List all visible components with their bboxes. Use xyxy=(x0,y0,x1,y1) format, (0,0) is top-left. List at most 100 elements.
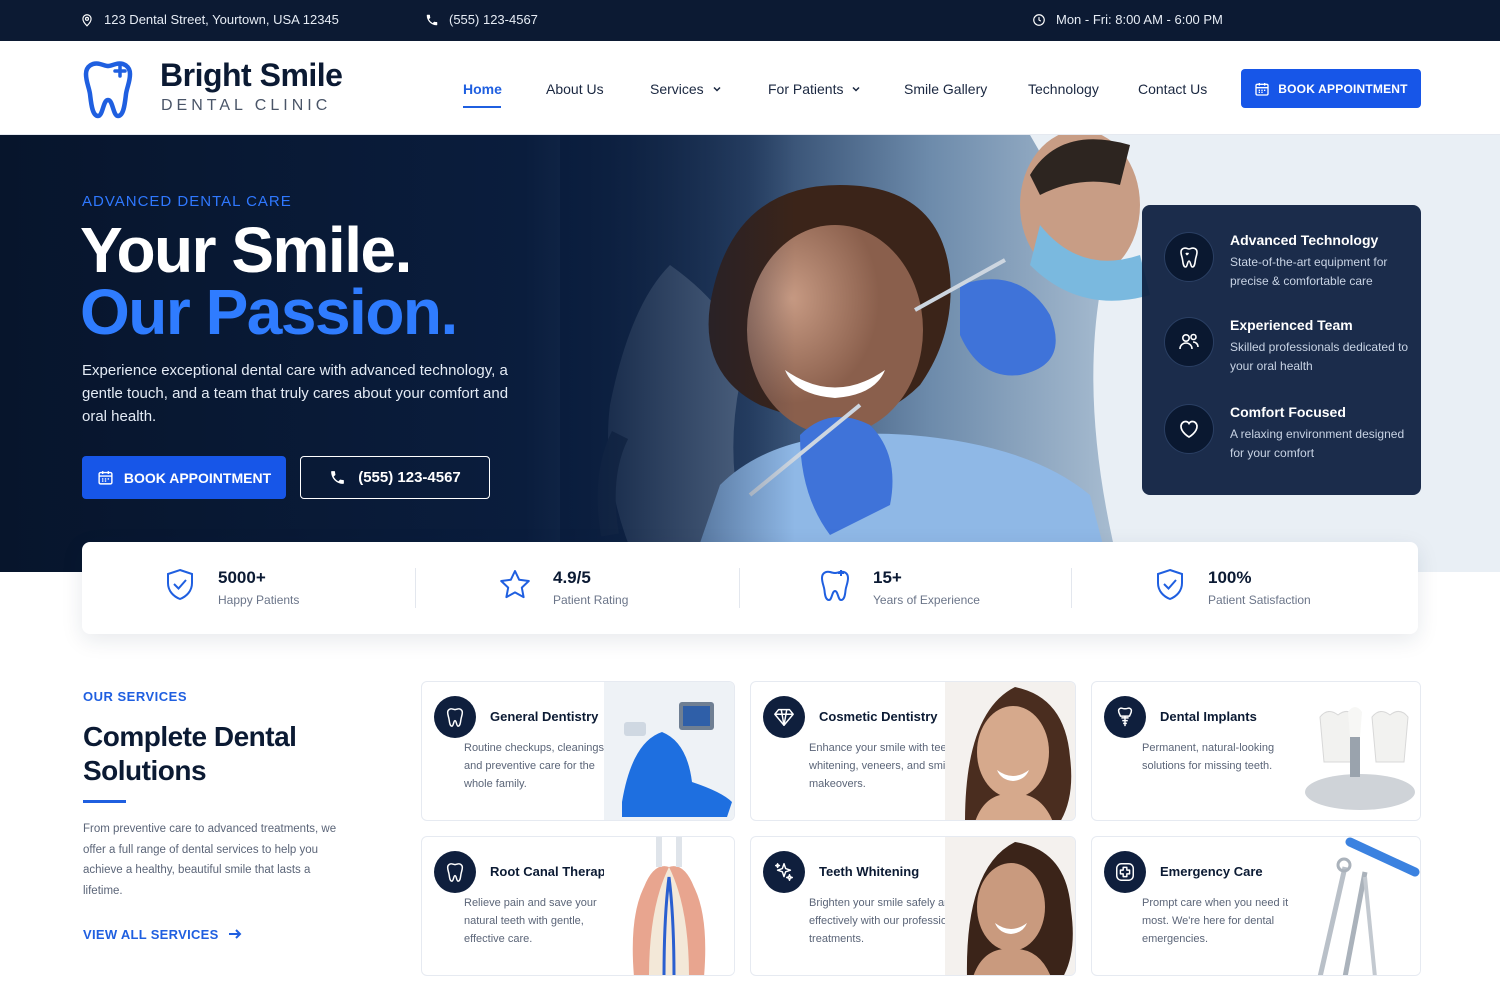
hero-title-line1: Your Smile. xyxy=(80,214,412,286)
services-title: Complete Dental Solutions xyxy=(83,721,297,786)
nav-item-smile-gallery[interactable]: Smile Gallery xyxy=(904,81,987,97)
stat-divider xyxy=(415,568,416,608)
stat-value: 15+ xyxy=(873,568,902,587)
nav-item-contact[interactable]: Contact Us xyxy=(1138,81,1207,97)
service-card-general-dentistry[interactable]: General Dentistry Routine checkups, clea… xyxy=(421,681,735,821)
phone-text: (555) 123-4567 xyxy=(449,12,538,27)
tooth-sparkle-icon xyxy=(1164,232,1214,282)
arrow-right-icon xyxy=(228,929,242,939)
hero-description: Experience exceptional dental care with … xyxy=(82,362,509,425)
card-title: General Dentistry xyxy=(490,709,599,724)
feature-title: Experienced Team xyxy=(1230,317,1353,333)
feature-description: A relaxing environment designed for your… xyxy=(1230,427,1405,460)
stat-divider xyxy=(1071,568,1072,608)
address-text: 123 Dental Street, Yourtown, USA 12345 xyxy=(104,12,339,27)
team-icon xyxy=(1164,317,1214,367)
nav-label: Contact Us xyxy=(1138,81,1208,97)
card-title: Dental Implants xyxy=(1160,709,1257,724)
card-description: Prompt care when you need it most. We're… xyxy=(1142,897,1289,945)
stat-label: Happy Patients xyxy=(218,593,300,607)
hero-title-line2: Our Passion. xyxy=(80,276,458,348)
card-description: Enhance your smile with teeth whitening,… xyxy=(809,742,956,790)
implant-icon xyxy=(1104,696,1146,738)
hero-book-appointment-button[interactable]: BOOK APPOINTMENT xyxy=(82,456,286,499)
hours-text: Mon - Fri: 8:00 AM - 6:00 PM xyxy=(1056,12,1223,27)
stat-value: 4.9/5 xyxy=(553,568,591,587)
tooth-icon xyxy=(434,851,476,893)
nav-item-technology[interactable]: Technology xyxy=(1028,81,1099,97)
button-label: (555) 123-4567 xyxy=(358,469,461,486)
site-header: Bright Smile DENTAL CLINIC Home About Us… xyxy=(0,41,1500,135)
nav-item-for-patients[interactable]: For Patients xyxy=(768,81,861,97)
chevron-down-icon xyxy=(852,86,861,92)
sparkles-icon xyxy=(763,851,805,893)
card-description: Permanent, natural-looking solutions for… xyxy=(1142,742,1275,772)
feature-title: Advanced Technology xyxy=(1230,232,1379,248)
button-label: BOOK APPOINTMENT xyxy=(1278,81,1408,96)
feature-title: Comfort Focused xyxy=(1230,404,1346,420)
brand-name[interactable]: Bright Smile xyxy=(160,57,343,94)
card-title: Teeth Whitening xyxy=(819,864,920,879)
chevron-down-icon xyxy=(713,86,721,92)
feature-description: Skilled professionals dedicated to your … xyxy=(1230,340,1409,373)
nav-item-home[interactable]: Home xyxy=(463,81,502,97)
heart-icon xyxy=(1164,404,1214,454)
service-card-cosmetic-dentistry[interactable]: Cosmetic Dentistry Enhance your smile wi… xyxy=(750,681,1076,821)
dental-tools-image xyxy=(1290,837,1420,975)
services-kicker: OUR SERVICES xyxy=(83,689,188,704)
dental-office-image xyxy=(604,682,734,820)
shield-check-icon xyxy=(167,568,193,601)
nav-label: Technology xyxy=(1028,81,1099,97)
hero-section: ADVANCED DENTAL CARE Your Smile. Our Pas… xyxy=(0,135,1500,572)
brand-tagline: DENTAL CLINIC xyxy=(161,97,332,114)
link-label: VIEW ALL SERVICES xyxy=(83,926,219,942)
stat-value: 100% xyxy=(1208,568,1252,587)
card-title: Root Canal Therapy xyxy=(490,864,613,879)
star-icon xyxy=(500,570,530,599)
stat-label: Years of Experience xyxy=(873,593,980,607)
tooth-icon xyxy=(434,696,476,738)
nav-label: About Us xyxy=(546,81,604,97)
service-card-root-canal[interactable]: Root Canal Therapy Relieve pain and save… xyxy=(421,836,735,976)
address-item: 123 Dental Street, Yourtown, USA 12345 xyxy=(80,12,339,27)
shield-check-icon xyxy=(1157,568,1183,601)
phone-item[interactable]: (555) 123-4567 xyxy=(425,12,538,27)
service-card-dental-implants[interactable]: Dental Implants Permanent, natural-looki… xyxy=(1091,681,1421,821)
phone-icon xyxy=(426,14,438,25)
service-card-emergency-care[interactable]: Emergency Care Prompt care when you need… xyxy=(1091,836,1421,976)
phone-icon xyxy=(331,471,345,484)
nav-label: For Patients xyxy=(768,81,844,97)
service-card-teeth-whitening[interactable]: Teeth Whitening Brighten your smile safe… xyxy=(750,836,1076,976)
nav-item-services[interactable]: Services xyxy=(650,81,722,97)
features-card: Advanced Technology State-of-the-art equ… xyxy=(1142,205,1421,495)
view-all-services-link[interactable]: VIEW ALL SERVICES xyxy=(83,926,243,942)
top-info-bar: 123 Dental Street, Yourtown, USA 12345 (… xyxy=(0,0,1500,41)
card-title: Emergency Care xyxy=(1160,864,1263,879)
hours-item: Mon - Fri: 8:00 AM - 6:00 PM xyxy=(1032,12,1223,27)
nav-item-about[interactable]: About Us xyxy=(546,81,604,97)
smiling-woman-image xyxy=(945,682,1075,820)
nav-label: Home xyxy=(463,81,502,97)
tooth-logo-icon[interactable] xyxy=(78,58,138,120)
card-title: Cosmetic Dentistry xyxy=(819,709,938,724)
feature-description: State-of-the-art equipment for precise &… xyxy=(1230,255,1388,288)
hero-kicker: ADVANCED DENTAL CARE xyxy=(82,193,292,210)
stat-label: Patient Rating xyxy=(553,593,629,607)
nav-label: Smile Gallery xyxy=(904,81,988,97)
medical-cross-icon xyxy=(1104,851,1146,893)
calendar-icon xyxy=(1255,82,1269,96)
tooth-cross-section-image xyxy=(604,837,734,975)
card-description: Relieve pain and save your natural teeth… xyxy=(464,897,597,945)
smiling-woman-image xyxy=(945,837,1075,975)
calendar-icon xyxy=(98,471,113,485)
location-pin-icon xyxy=(82,13,92,27)
diamond-icon xyxy=(763,696,805,738)
stat-value: 5000+ xyxy=(218,568,266,587)
book-appointment-button[interactable]: BOOK APPOINTMENT xyxy=(1241,69,1421,108)
nav-label: Services xyxy=(650,81,704,97)
hero-call-button[interactable]: (555) 123-4567 xyxy=(300,456,490,499)
implant-model-image xyxy=(1290,682,1420,820)
stat-label: Patient Satisfaction xyxy=(1208,593,1311,607)
active-nav-underline xyxy=(463,106,501,108)
clock-icon xyxy=(1033,13,1045,26)
